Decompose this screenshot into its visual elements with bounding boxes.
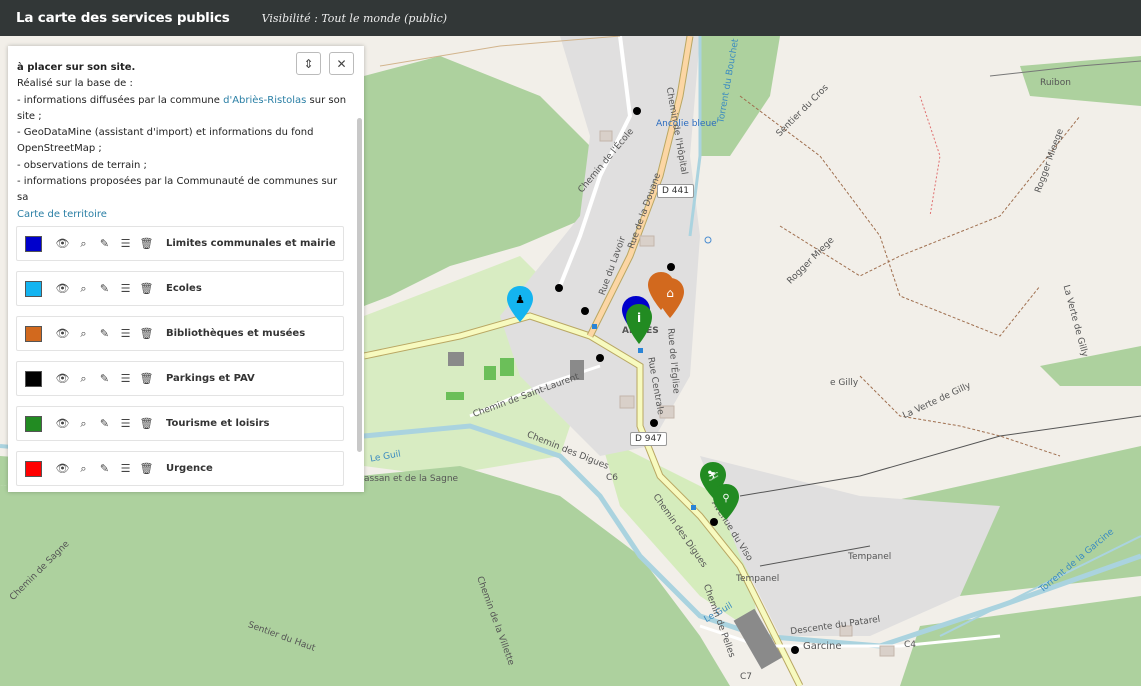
pencil-icon[interactable]: ✎: [94, 326, 115, 342]
svg-text:⛷: ⛷: [707, 470, 720, 482]
place-tempanel-2-label: Tempanel: [848, 552, 892, 562]
expand-collapse-button[interactable]: ⇕: [296, 52, 321, 75]
desc-line-2: - GeoDataMine (assistant d'import) et in…: [17, 127, 314, 155]
top-bar: La carte des services publics Visibilité…: [0, 0, 1141, 36]
desc-line-1: - informations diffusées par la commune …: [17, 93, 347, 126]
layer-color-swatch: [25, 370, 42, 387]
layer-row[interactable]: 👁 ⌕ ✎ ☰ 🗑 Bibliothèques et musées: [16, 316, 344, 351]
panel-scrollbar[interactable]: [357, 118, 362, 452]
road-c6-label: C6: [606, 473, 619, 483]
pencil-icon[interactable]: ✎: [94, 236, 115, 252]
layer-row[interactable]: 👁 ⌕ ✎ ☰ 🗑 Tourisme et loisirs: [16, 406, 344, 441]
table-icon[interactable]: ☰: [115, 326, 136, 342]
svg-text:i: i: [637, 311, 641, 325]
eye-icon[interactable]: 👁: [52, 416, 73, 432]
zoom-icon[interactable]: ⌕: [73, 326, 94, 342]
eye-icon[interactable]: 👁: [52, 236, 73, 252]
library-marker[interactable]: ⌂: [654, 276, 686, 320]
bike-marker[interactable]: ⚲: [711, 482, 741, 522]
zoom-icon[interactable]: ⌕: [73, 461, 94, 477]
layer-name: Bibliothèques et musées: [166, 328, 306, 339]
pencil-icon[interactable]: ✎: [94, 281, 115, 297]
territory-map-link[interactable]: Carte de territoire: [17, 209, 107, 220]
road-c4-label: C4: [904, 640, 917, 650]
trash-icon[interactable]: 🗑: [136, 281, 157, 297]
layer-color-swatch: [25, 460, 42, 477]
layer-list: 👁 ⌕ ✎ ☰ 🗑 Limites communales et mairie 👁…: [16, 226, 344, 492]
pencil-icon[interactable]: ✎: [94, 371, 115, 387]
commune-link[interactable]: d'Abriès-Ristolas: [223, 95, 306, 106]
road-d947-shield: D 947: [630, 432, 667, 446]
layer-name: Tourisme et loisirs: [166, 418, 270, 429]
eye-icon[interactable]: 👁: [52, 326, 73, 342]
table-icon[interactable]: ☰: [115, 461, 136, 477]
zoom-icon[interactable]: ⌕: [73, 281, 94, 297]
layers-panel: ⇕ ✕ à placer sur son site. Réalisé sur l…: [8, 46, 364, 492]
trash-icon[interactable]: 🗑: [136, 461, 157, 477]
poi-ancolie-label: Ancolie bleue: [656, 119, 717, 129]
table-icon[interactable]: ☰: [115, 236, 136, 252]
layer-color-swatch: [25, 325, 42, 342]
zoom-icon[interactable]: ⌕: [73, 236, 94, 252]
layer-row[interactable]: 👁 ⌕ ✎ ☰ 🗑 Parkings et PAV: [16, 361, 344, 396]
trash-icon[interactable]: 🗑: [136, 236, 157, 252]
place-garcine-label: Garcine: [803, 641, 842, 652]
desc-line-4: - informations proposées par la Communau…: [17, 176, 338, 204]
panel-description: à placer sur son site. Réalisé sur la ba…: [17, 62, 347, 223]
layer-row[interactable]: 👁 ⌕ ✎ ☰ 🗑 Ecoles: [16, 271, 344, 306]
school-marker[interactable]: ♟: [505, 284, 535, 324]
table-icon[interactable]: ☰: [115, 371, 136, 387]
place-ruibon-label: Ruibon: [1040, 78, 1071, 88]
layer-row[interactable]: 👁 ⌕ ✎ ☰ 🗑 Urgence: [16, 451, 344, 486]
pencil-icon[interactable]: ✎: [94, 461, 115, 477]
place-sassan-label: assan et de la Sagne: [364, 474, 459, 484]
desc-line-1-prefix: - informations diffusées par la commune: [17, 94, 224, 106]
layer-name: Parkings et PAV: [166, 373, 255, 384]
trash-icon[interactable]: 🗑: [136, 326, 157, 342]
close-icon: ✕: [336, 56, 347, 71]
road-c7-label: C7: [740, 672, 753, 682]
layer-color-swatch: [25, 235, 42, 252]
place-tempanel-label: Tempanel: [736, 574, 780, 584]
table-icon[interactable]: ☰: [115, 281, 136, 297]
trash-icon[interactable]: 🗑: [136, 371, 157, 387]
layer-name: Urgence: [166, 463, 213, 474]
svg-text:♟: ♟: [515, 293, 525, 306]
eye-icon[interactable]: 👁: [52, 281, 73, 297]
layer-color-swatch: [25, 280, 42, 297]
layer-row[interactable]: 👁 ⌕ ✎ ☰ 🗑 Limites communales et mairie: [16, 226, 344, 261]
map-title[interactable]: La carte des services publics: [16, 10, 230, 26]
eye-icon[interactable]: 👁: [52, 371, 73, 387]
chevron-updown-icon: ⇕: [303, 56, 314, 71]
zoom-icon[interactable]: ⌕: [73, 416, 94, 432]
layer-color-swatch: [25, 415, 42, 432]
eye-icon[interactable]: 👁: [52, 461, 73, 477]
table-icon[interactable]: ☰: [115, 416, 136, 432]
visibility-status: Visibilité : Tout le monde (public): [261, 11, 448, 25]
trash-icon[interactable]: 🗑: [136, 416, 157, 432]
layer-name: Ecoles: [166, 283, 202, 294]
road-d441-shield: D 441: [657, 184, 694, 198]
desc-based-on: Réalisé sur la base de :: [17, 78, 133, 90]
pencil-icon[interactable]: ✎: [94, 416, 115, 432]
zoom-icon[interactable]: ⌕: [73, 371, 94, 387]
layer-name: Limites communales et mairie: [166, 238, 336, 249]
close-panel-button[interactable]: ✕: [329, 52, 354, 75]
place-gilly-label: e Gilly: [830, 378, 859, 388]
svg-text:⚲: ⚲: [722, 493, 729, 504]
svg-text:⌂: ⌂: [666, 286, 674, 300]
desc-line-3: - observations de terrain ;: [17, 159, 147, 171]
